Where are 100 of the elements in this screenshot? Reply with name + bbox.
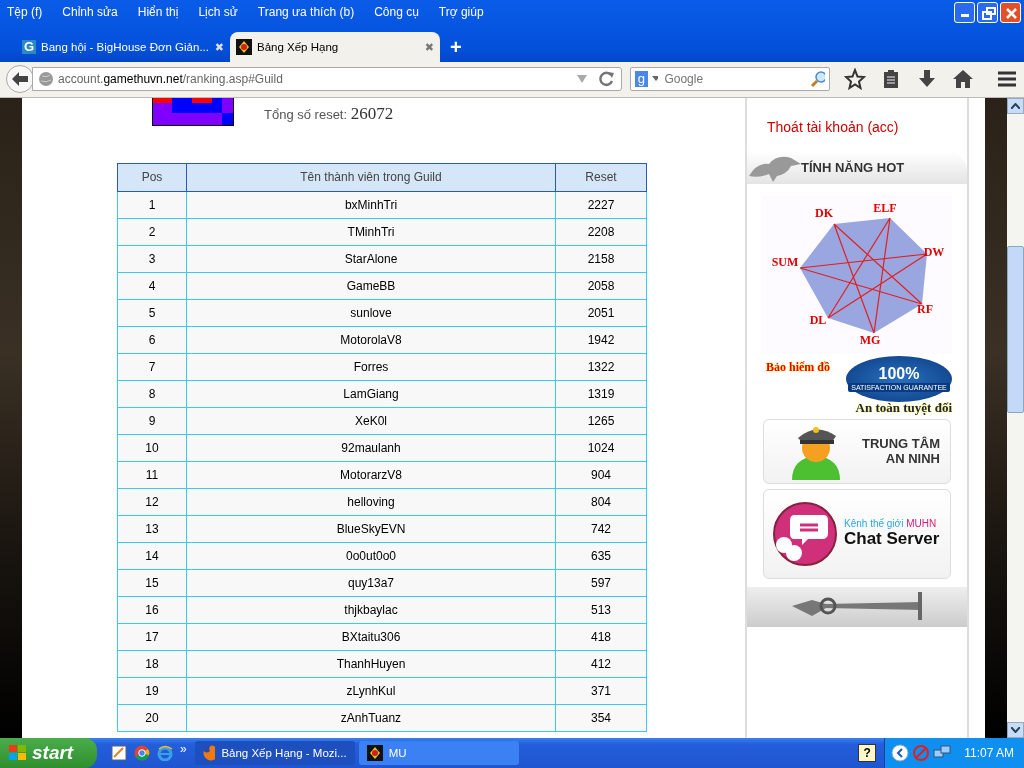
table-cell: thjkbaylac [186,596,556,624]
table-cell: 2058 [555,272,647,300]
home-icon[interactable] [952,68,974,91]
table-cell: zAnhTuanz [186,704,556,732]
taskbar-button[interactable]: MU [358,741,519,765]
total-reset-text: Tổng số reset: 26072 [264,103,394,124]
table-cell: 371 [555,677,647,705]
favicon-icon: G [22,40,36,54]
table-cell: 10 [117,434,187,462]
banner-subtitle: An toàn tuyệt đối [855,399,952,416]
column-header: Reset [555,163,647,192]
help-icon[interactable]: ? [858,744,877,762]
menu-item[interactable]: Trang ưa thích (b) [257,5,355,19]
search-engine-icon[interactable]: g [635,71,648,88]
table-cell: Forres [186,353,556,381]
table-cell: 2158 [555,245,647,273]
close-button[interactable] [1000,1,1021,23]
table-cell: 19 [117,677,187,705]
restore-button[interactable] [977,1,998,23]
table-cell: 354 [555,704,647,732]
table-cell: 804 [555,488,647,516]
table-cell: 17 [117,623,187,651]
scrollbar[interactable] [1007,97,1024,738]
table-cell: 7 [117,353,187,381]
browser-tab[interactable]: G Bang hội - BigHouse Đơn Giản... ✖ [16,32,230,62]
table-cell: 904 [555,461,647,489]
chat-server-banner[interactable]: Kênh thế giới MUHN Chat Server [763,488,951,579]
table-cell: 1 [117,191,187,219]
banner-title: Chat Server [844,529,940,550]
table-cell: 2 [117,218,187,246]
class-cycle-drawing: DK ELF DW RF MG DL SUM [762,195,952,354]
tab-close-button[interactable]: ✖ [214,40,224,54]
table-cell: bxMinhTri [186,191,556,219]
clock-text: 11:07 AM [964,746,1014,760]
back-button[interactable] [6,65,34,94]
table-cell: 635 [555,542,647,570]
table-cell: 18 [117,650,187,678]
table-cell: 1024 [555,434,647,462]
table-cell: GameBB [186,272,556,300]
table-cell: 0o0ut0o0 [186,542,556,570]
new-tab-button[interactable]: + [450,36,462,59]
scroll-thumb[interactable] [1007,245,1024,413]
dropdown-icon[interactable] [651,76,659,83]
table-cell: 513 [555,596,647,624]
table-cell: 2208 [555,218,647,246]
search-field[interactable]: g Google [630,67,830,92]
banner-title: Bảo hiểm đồ [766,359,830,375]
column-header: Pos [117,163,187,192]
table-cell: TMinhTri [186,218,556,246]
table-cell: 16 [117,596,187,624]
address-bar[interactable]: account.gamethuvn.net/ranking.asp#Guild [32,67,622,92]
table-cell: 1265 [555,407,647,435]
table-cell: 12 [117,488,187,516]
notepad-icon[interactable] [111,745,127,761]
app-icon [366,745,383,761]
more-button[interactable]: » [180,742,187,756]
menu-item[interactable]: Tệp (f) [7,5,43,19]
menu-item[interactable]: Hiển thị [137,5,179,19]
table-cell: MotorarzV8 [186,461,556,489]
table-cell: helloving [186,488,556,516]
menu-item[interactable]: Chỉnh sửa [62,5,118,19]
table-cell: 5 [117,299,187,327]
table-cell: 4 [117,272,187,300]
url-text: account.gamethuvn.net/ranking.asp#Guild [58,72,284,87]
table-cell: 92maulanh [186,434,556,462]
table-cell: quy13a7 [186,569,556,597]
banner-text: AN NINH [885,451,940,467]
security-banner[interactable]: TRUNG TÂM AN NINH [763,418,951,484]
menu-item[interactable]: Công cụ [374,5,419,19]
table-cell: 742 [555,515,647,543]
table-cell: 1319 [555,380,647,408]
table-cell: 9 [117,407,187,435]
globe-icon [38,71,54,88]
ie-icon[interactable] [157,745,173,761]
table-cell: 3 [117,245,187,273]
table-cell: 2227 [555,191,647,219]
channel-text: Kênh thế giới MUHN [844,518,938,530]
taskbar-button[interactable]: Bảng Xếp Hạng - Mozi... [194,741,355,765]
table-cell: 14 [117,542,187,570]
guild-logo-icon [152,97,234,126]
menu-item[interactable]: Lịch sử [198,5,238,19]
menu-item[interactable]: Trợ giúp [438,5,484,19]
star-icon[interactable] [844,68,866,91]
browser-tab[interactable]: Bảng Xếp Hạng ✖ [230,32,440,62]
table-cell: LamGiang [186,380,556,408]
table-cell: BXtaitu306 [186,623,556,651]
show-hidden-icons-button[interactable] [891,744,910,762]
chrome-icon[interactable] [134,745,150,761]
banner-text: TRUNG TÂM [862,436,940,452]
minimize-button[interactable] [954,1,975,23]
reload-icon[interactable] [598,70,616,89]
scroll-down-button[interactable] [1007,722,1024,738]
windows-logo-icon [8,744,28,762]
sidebar-link[interactable]: Thoát tài khoản (acc) [767,118,899,135]
tab-close-button[interactable]: ✖ [424,40,434,54]
seal-percent: 100% [878,365,920,384]
start-button[interactable]: start [0,738,97,768]
tab-label: Bang hội - BigHouse Đơn Giản... [41,41,210,53]
table-cell: XeK0l [186,407,556,435]
search-icon[interactable] [810,70,825,89]
